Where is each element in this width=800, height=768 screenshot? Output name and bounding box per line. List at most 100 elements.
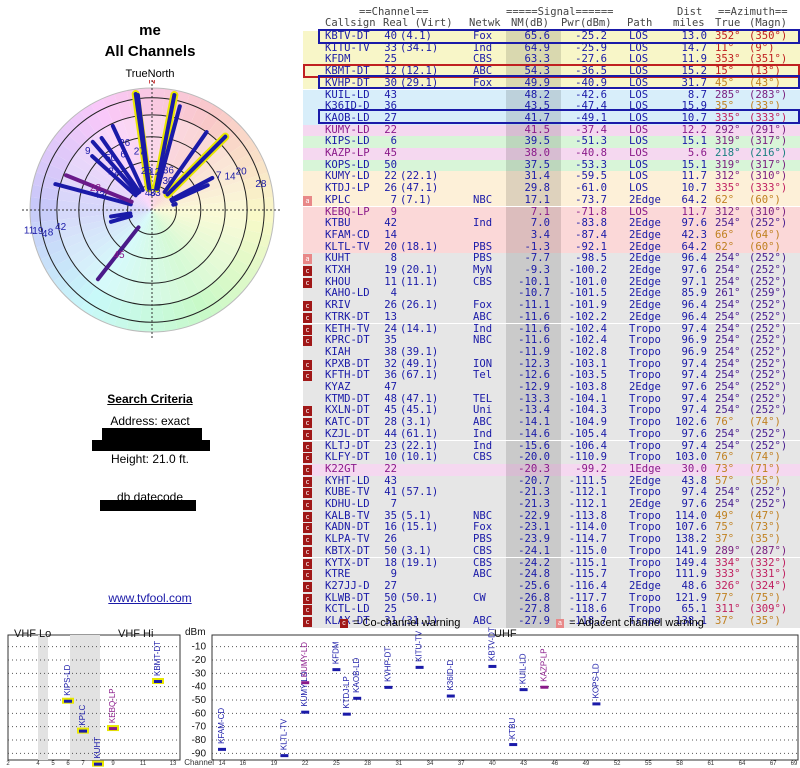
uhf-title: UHF (494, 628, 517, 640)
table-row: KYAZ 47 -12.9 -103.8 2Edge 97.6 254° (252°) (303, 381, 800, 394)
vhf-hi-title: VHF Hi (118, 628, 153, 640)
azimuth-magn-cell: (252°) (749, 310, 788, 323)
power-dbm-cell: -100.2 (568, 264, 607, 276)
x-tick-label: 11 (140, 761, 147, 767)
network-cell: ABC (473, 310, 493, 323)
x-tick-label: 61 (707, 761, 714, 767)
hdr-path: Path (627, 17, 653, 29)
distance-cell: 97.6 (681, 427, 707, 440)
real-channel-cell: 38 (384, 345, 397, 358)
azimuth-magn-cell: (324°) (749, 579, 788, 592)
marker-label: KITU-TV (415, 630, 424, 662)
co-channel-flag: c (303, 581, 312, 592)
signal-marker (540, 685, 549, 689)
network-cell: NBC (473, 334, 493, 347)
height-label: Height: 21.0 ft. (110, 452, 190, 466)
virtual-channel-cell: (20.1) (400, 264, 439, 276)
signal-marker (384, 685, 393, 689)
co-channel-flag: c (303, 429, 312, 440)
nm-db-cell: -20.3 (518, 462, 550, 475)
path-cell: 2Edge (629, 228, 661, 241)
co-channel-flag: c (303, 336, 312, 347)
azimuth-magn-cell: (64°) (749, 228, 781, 241)
virtual-channel-cell: (14.1) (400, 322, 439, 335)
co-channel-flag: c (303, 301, 312, 312)
co-channel-flag: c (303, 593, 312, 604)
path-cell: 2Edge (629, 264, 661, 276)
distance-cell: 97.6 (681, 264, 707, 276)
polar-channel-label: 33 (150, 188, 162, 199)
co-channel-flag: c (303, 371, 312, 382)
signal-marker (509, 743, 518, 747)
polar-channel-label: 42 (55, 222, 67, 233)
path-cell: Tropo (629, 345, 661, 358)
x-tick-label: 58 (676, 761, 683, 767)
x-tick-label: 2 (6, 761, 10, 767)
x-tick-label: 14 (219, 761, 226, 767)
virtual-channel-cell: (34.1) (400, 41, 439, 54)
network-cell: Tel (473, 369, 493, 382)
co-channel-flag: c (303, 605, 312, 616)
real-channel-cell: 47 (384, 381, 397, 393)
azimuth-true-cell: 62° (715, 193, 735, 206)
callsign-cell: KYAZ (325, 381, 351, 393)
tvfool-link[interactable]: www.tvfool.com (0, 591, 300, 605)
marker-label: KBMT-DT (153, 641, 162, 676)
x-tick-label: 37 (458, 761, 465, 767)
real-channel-cell: 44 (384, 427, 397, 440)
x-tick-label: 6 (66, 761, 70, 767)
azimuth-magn-cell: (252°) (749, 345, 788, 358)
nm-db-cell: -14.6 (518, 427, 550, 440)
x-tick-label: 49 (583, 761, 590, 767)
azimuth-true-cell: 326° (715, 579, 741, 592)
polar-channel-label: 6 (120, 149, 126, 160)
network-cell: NBC (473, 193, 493, 206)
signal-marker (64, 699, 72, 703)
polar-channel-label: 26 (119, 138, 131, 149)
azimuth-true-cell: 66° (715, 228, 735, 241)
virtual-channel-cell: (18.1) (400, 240, 439, 253)
dbm-label: dBm (185, 627, 206, 638)
co-channel-flag: c (303, 570, 312, 581)
azimuth-true-cell: 254° (715, 427, 741, 440)
azimuth-magn-cell: (71°) (749, 462, 781, 475)
marker-label: KEBQ-LP (108, 688, 117, 723)
power-dbm-cell: -102.8 (568, 345, 607, 358)
marker-label: KBTV-DT (487, 627, 496, 661)
y-tick-label: -80 (192, 735, 207, 746)
marker-label: KFAM-CD (217, 708, 226, 744)
signal-bar (171, 202, 178, 207)
co-channel-flag: c (303, 558, 312, 569)
virtual-channel-cell: (3.1) (400, 544, 432, 557)
power-dbm-cell: -102.2 (568, 310, 607, 323)
marker-label: KVHP-DT (383, 647, 392, 682)
polar-channel-label: 7 (216, 170, 222, 181)
table-row: c K27JJ-D 27 -25.6 -116.4 2Edge 48.6 326° (324°) (303, 579, 800, 593)
azimuth-true-cell: 254° (715, 310, 741, 323)
callsign-cell: KIAH (325, 345, 351, 358)
left-panel: me All Channels TrueNorth N 9 50 22 6 26 27 25 1… (0, 0, 300, 615)
x-tick-label: 34 (427, 761, 434, 767)
x-tick-label: 43 (520, 761, 527, 767)
co-channel-flag: c (303, 488, 312, 499)
distance-cell: 97.6 (681, 381, 707, 393)
spectrum-chart: VHF Lo VHF Hi UHF dBm -10 -20 -30 -40 -50 -60 -70 -… (6, 627, 799, 767)
nm-db-cell: 38.0 (524, 147, 550, 159)
callsign-cell: KAZP-LP (325, 147, 370, 159)
polar-channel-label: N (148, 80, 155, 86)
vhf-lo-title: VHF Lo (14, 628, 51, 640)
azimuth-true-cell: 254° (715, 345, 741, 358)
x-tick-label: 9 (111, 761, 115, 767)
hdr-true: True (715, 17, 741, 29)
power-dbm-cell: -87.4 (575, 228, 607, 241)
polar-channel-label: 19 (32, 226, 44, 237)
signal-marker (415, 665, 424, 669)
signal-marker (94, 762, 102, 766)
hdr-netwk: Netwk (469, 17, 501, 29)
power-dbm-cell: -40.8 (575, 147, 607, 159)
network-cell: CBS (473, 451, 493, 464)
power-dbm-cell: -99.2 (575, 462, 607, 475)
signal-marker (79, 729, 87, 733)
network-cell: ABC (473, 568, 493, 581)
azimuth-true-cell: 218° (715, 147, 741, 159)
